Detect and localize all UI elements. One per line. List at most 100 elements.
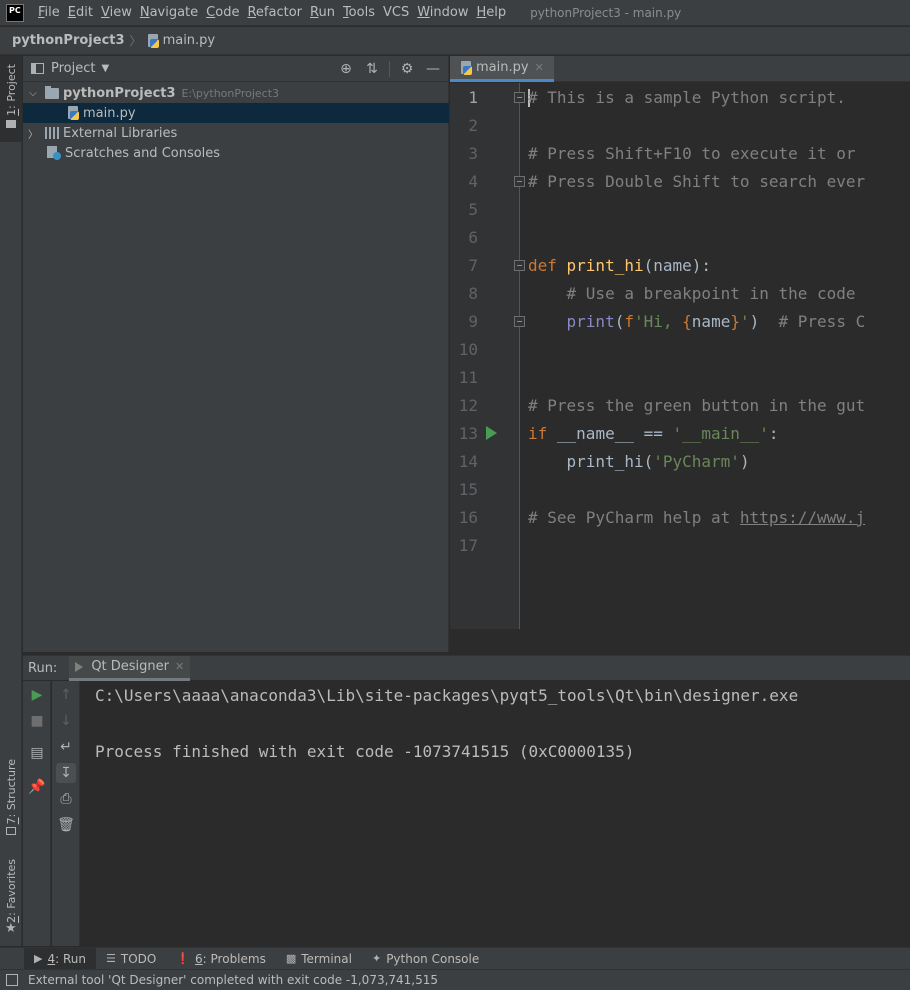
editor-tab-bar: main.py ✕ xyxy=(450,56,910,82)
tool-windows-toggle-icon[interactable] xyxy=(6,974,18,986)
tool-window-todo[interactable]: ☰ TODO xyxy=(96,948,166,970)
fold-marker-icon[interactable] xyxy=(514,316,525,327)
inline-comment: # Press C xyxy=(759,312,866,331)
menu-vcs-label: VCS xyxy=(382,4,410,20)
menu-run[interactable]: Run xyxy=(306,0,339,26)
print-icon[interactable]: ⎙ xyxy=(56,789,76,809)
project-tab-mnemonic: 1 xyxy=(5,108,18,116)
code-line-1: # This is a sample Python script. xyxy=(528,88,846,107)
library-icon xyxy=(45,127,59,139)
menu-view-label: iew xyxy=(109,4,132,20)
function-name: print_hi xyxy=(566,256,644,275)
layout-icon[interactable]: ▤ xyxy=(27,743,47,763)
editor-horizontal-scrollbar[interactable] xyxy=(450,629,910,652)
condition: __name__ == xyxy=(556,424,673,443)
menu-view-mnemonic: V xyxy=(100,4,110,20)
chevron-down-icon[interactable]: ⌵ xyxy=(27,88,39,99)
arrow-down-icon[interactable]: ↓ xyxy=(56,711,76,731)
run-gutter-icon[interactable] xyxy=(486,426,497,440)
tool-window-problems[interactable]: ❗ 6: Problems xyxy=(166,948,276,970)
project-tool-window-button[interactable]: 1: Project xyxy=(0,56,22,142)
fold-marker-icon[interactable] xyxy=(514,260,525,271)
structure-tab-mnemonic: 7 xyxy=(5,817,18,825)
tool-window-run[interactable]: ▶ 4: Run xyxy=(24,947,96,970)
arrow-up-icon[interactable]: ↑ xyxy=(56,685,76,705)
menu-code-label: ode xyxy=(215,4,240,20)
breadcrumb-project[interactable]: pythonProject3 xyxy=(12,33,125,48)
comment-text: # See PyCharm help at xyxy=(528,508,740,527)
code-line-12: # Press the green button in the gut xyxy=(528,396,866,415)
code-line-3: # Press Shift+F10 to execute it or xyxy=(528,144,856,163)
soft-wrap-icon[interactable]: ↵ xyxy=(56,737,76,757)
run-toolbar-secondary: ↑ ↓ ↵ ↧ ⎙ 🗑 xyxy=(52,681,80,946)
tool-window-bar: ▶ 4: Run ☰ TODO ❗ 6: Problems ▩ Terminal… xyxy=(0,947,910,970)
menu-refactor-label: efactor xyxy=(255,4,302,20)
star-icon: ★ xyxy=(5,921,17,936)
python-file-icon xyxy=(460,60,473,75)
stop-icon[interactable]: ■ xyxy=(27,711,47,731)
tree-item-scratches[interactable]: Scratches and Consoles xyxy=(23,143,449,163)
gear-icon[interactable]: ⚙ xyxy=(398,60,416,78)
call-print-hi: print_hi( xyxy=(528,452,654,471)
project-root-name: pythonProject3 xyxy=(63,85,176,101)
code-line-16: # See PyCharm help at https://www.j xyxy=(528,504,865,532)
line-number: 7 xyxy=(468,256,478,275)
line-number: 1 xyxy=(468,88,478,107)
menu-navigate[interactable]: Navigate xyxy=(136,0,202,26)
tree-item-external-libraries[interactable]: 〉 External Libraries xyxy=(23,123,449,143)
menu-edit[interactable]: Edit xyxy=(64,0,97,26)
menu-code[interactable]: Code xyxy=(202,0,243,26)
menu-tools[interactable]: Tools xyxy=(339,0,379,26)
menu-file[interactable]: File xyxy=(34,0,64,26)
menu-window[interactable]: Window xyxy=(413,0,472,26)
tree-item-main-py[interactable]: main.py xyxy=(23,103,449,123)
breadcrumb-separator-icon: 〉 xyxy=(129,34,142,48)
chevron-right-icon[interactable]: 〉 xyxy=(27,126,39,141)
close-icon[interactable]: ✕ xyxy=(535,61,544,74)
fold-marker-icon[interactable] xyxy=(514,176,525,187)
menu-file-label: ile xyxy=(44,4,60,20)
project-root-path: E:\pythonProject3 xyxy=(181,86,280,100)
menu-navigate-label: avigate xyxy=(149,4,199,20)
favorites-tool-window-label: 2: Favorites xyxy=(5,859,18,923)
menu-tools-label: ools xyxy=(348,4,375,20)
close-icon[interactable]: ✕ xyxy=(175,660,184,673)
fold-marker-icon[interactable] xyxy=(514,92,525,103)
chevron-down-icon[interactable]: ▼ xyxy=(101,63,109,74)
line-number: 5 xyxy=(468,200,478,219)
line-number: 11 xyxy=(458,368,478,387)
scratches-icon xyxy=(47,146,61,160)
collapse-all-icon[interactable]: ⇅ xyxy=(363,60,381,78)
breadcrumb-file[interactable]: main.py xyxy=(147,33,215,48)
menu-refactor[interactable]: Refactor xyxy=(243,0,306,26)
help-link[interactable]: https://www.j xyxy=(740,508,865,527)
menu-vcs[interactable]: VCS xyxy=(379,0,413,26)
scroll-to-end-icon[interactable]: ↧ xyxy=(56,763,76,783)
pin-icon[interactable]: 📌 xyxy=(27,777,47,797)
minimize-icon[interactable]: — xyxy=(424,60,442,78)
run-tab-qt-designer[interactable]: Qt Designer ✕ xyxy=(69,655,191,681)
line-number: 15 xyxy=(458,480,478,499)
colon: : xyxy=(768,424,779,443)
menu-view[interactable]: View xyxy=(97,0,136,26)
status-message: External tool 'Qt Designer' completed wi… xyxy=(28,973,439,987)
line-number: 14 xyxy=(458,452,478,471)
tree-item-project-root[interactable]: ⌵ pythonProject3 E:\pythonProject3 xyxy=(23,83,449,103)
code-editor[interactable]: 1 2 3 4 5 6 7 8 9 10 11 12 13 14 15 16 1… xyxy=(450,83,910,652)
menu-help[interactable]: Help xyxy=(472,0,510,26)
rerun-icon[interactable]: ▶ xyxy=(27,685,47,705)
locate-file-icon[interactable]: ⊕ xyxy=(337,60,355,78)
tool-window-terminal[interactable]: ▩ Terminal xyxy=(276,948,362,970)
tool-window-python-console[interactable]: ✦ Python Console xyxy=(362,948,489,970)
fstring-brace: { xyxy=(682,312,692,331)
favorites-tool-window-button[interactable]: 2: Favorites ★ xyxy=(0,855,22,940)
run-console[interactable]: C:\Users\aaaa\anaconda3\Lib\site-package… xyxy=(81,681,910,946)
tab-main-py[interactable]: main.py ✕ xyxy=(450,56,554,82)
project-view-selector[interactable]: Project xyxy=(51,61,95,76)
structure-tool-window-button[interactable]: 7: Structure xyxy=(0,755,22,840)
trash-icon[interactable]: 🗑 xyxy=(56,815,76,835)
tab-main-py-label: main.py xyxy=(476,60,529,75)
menu-navigate-mnemonic: N xyxy=(139,4,150,20)
menu-code-mnemonic: C xyxy=(206,4,216,20)
folder-icon xyxy=(45,85,59,99)
